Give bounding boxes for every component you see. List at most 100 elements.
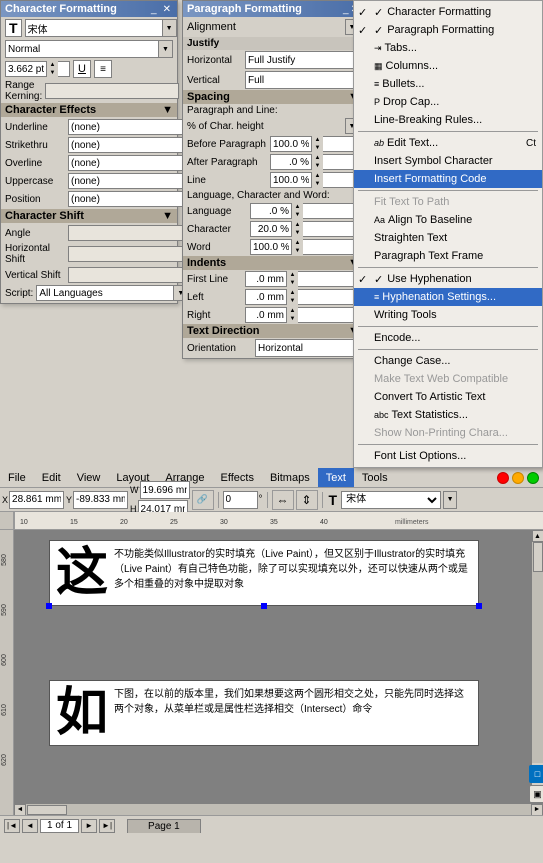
line-down[interactable]: ▼ [311,180,323,188]
menu-item-columns[interactable]: ▦ Columns... [354,57,542,75]
right-up[interactable]: ▲ [286,307,298,315]
menu-item-tabs[interactable]: ⇥ Tabs... [354,39,542,57]
word-input[interactable] [251,242,291,253]
left-up[interactable]: ▲ [286,289,298,297]
script-input[interactable] [37,288,173,299]
menu-item-change-case[interactable]: Change Case... [354,352,542,370]
lock-aspect-btn[interactable]: 🔗 [192,490,214,510]
menu-item-text-stats[interactable]: abc Text Statistics... [354,406,542,424]
scroll-left-btn[interactable]: ◄ [14,804,26,816]
menu-item-use-hyphenation[interactable]: ✓ Use Hyphenation [354,270,542,288]
text-frame-2[interactable]: 如 下图，在以前的版本里，我们如果想要这两个圆形相交之处，只能先同时选择这两个对… [49,680,479,746]
scroll-thumb-h[interactable] [27,805,67,815]
left-input[interactable] [246,292,286,303]
menu-effects[interactable]: Effects [213,468,262,487]
font-size-up[interactable]: ▲ [46,61,58,69]
word-spinbox[interactable]: ▲ ▼ [250,239,359,255]
before-para-up[interactable]: ▲ [311,136,323,144]
before-para-spinbox[interactable]: ▲ ▼ [270,136,359,152]
first-line-down[interactable]: ▼ [286,279,298,287]
language-input[interactable] [251,206,291,217]
font-name-input[interactable]: 宋体 [26,23,162,34]
font-name-dropdown-btn[interactable]: ▼ [162,20,176,36]
menu-item-edit-text[interactable]: ab Edit Text... Ct [354,134,542,152]
menu-item-para-formatting[interactable]: ✓ Paragraph Formatting [354,21,542,39]
scrollbar-horizontal[interactable]: ◄ ► [14,803,543,815]
minimize-dot[interactable] [512,472,524,484]
x-coord-input[interactable] [9,491,64,509]
menu-item-insert-formatting[interactable]: Insert Formatting Code [354,170,542,188]
text-align-button[interactable]: ≡ [94,60,112,78]
mirror-v-btn[interactable]: ⇕ [296,490,318,510]
w-input[interactable] [140,481,190,499]
char-shift-section[interactable]: Character Shift ▼ [1,209,177,223]
char-panel-close[interactable]: ✕ [161,4,173,15]
first-line-spinbox[interactable]: ▲ ▼ [245,271,359,287]
word-up[interactable]: ▲ [291,239,303,247]
page-prev-btn[interactable]: ◄ [22,819,38,833]
text-dir-section[interactable]: Text Direction ▼ [183,324,363,338]
angle-toolbar-input[interactable] [223,491,258,509]
menu-item-show-non-printing[interactable]: Show Non-Printing Chara... [354,424,542,442]
font-toolbar-dropdown[interactable]: ▼ [443,491,457,509]
page-next-btn[interactable]: ► [81,819,97,833]
scroll-up-btn[interactable]: ▲ [532,530,543,542]
text-frame-1[interactable]: 这 不功能类似Illustrator的实时填充（Live Paint），但又区别… [49,540,479,606]
after-para-input[interactable] [271,157,311,168]
menu-item-encode[interactable]: Encode... [354,329,542,347]
font-size-down[interactable]: ▼ [46,69,58,77]
menu-view[interactable]: View [69,468,109,487]
menu-item-convert-artistic[interactable]: Convert To Artistic Text [354,388,542,406]
menu-item-hyphenation-settings[interactable]: ≡ Hyphenation Settings... [354,288,542,306]
font-size-spinbox[interactable]: ▲ ▼ [5,61,70,77]
word-down[interactable]: ▼ [291,247,303,255]
close-dot[interactable] [497,472,509,484]
font-name-combo[interactable]: 宋体 ▼ [25,19,177,37]
view-btn-1[interactable]: □ [529,765,543,783]
indents-section[interactable]: Indents ▼ [183,256,363,270]
right-spinbox[interactable]: ▲ ▼ [245,307,359,323]
menu-item-drop-cap[interactable]: P Drop Cap... [354,93,542,111]
left-spinbox[interactable]: ▲ ▼ [245,289,359,305]
mirror-h-btn[interactable]: ⇔ [272,490,294,510]
menu-item-char-formatting[interactable]: ✓ Character Formatting [354,3,542,21]
char-panel-minimize[interactable]: _ [149,4,159,15]
before-para-input[interactable] [271,139,311,150]
menu-item-fit-text[interactable]: Fit Text To Path [354,193,542,211]
kerning-input[interactable] [45,83,179,99]
font-toolbar-select[interactable]: 宋体 [341,491,441,509]
font-size-input[interactable] [6,64,46,75]
menu-edit[interactable]: Edit [34,468,69,487]
character-up[interactable]: ▲ [291,221,303,229]
font-style-dropdown-btn[interactable]: ▼ [158,41,172,57]
page-tab[interactable]: Page 1 [127,819,201,833]
character-spinbox[interactable]: ▲ ▼ [250,221,359,237]
selection-handle-br[interactable] [476,603,482,609]
before-para-down[interactable]: ▼ [311,144,323,152]
scroll-thumb-v[interactable] [533,542,543,572]
menu-item-font-list-options[interactable]: Font List Options... [354,447,542,465]
after-para-down[interactable]: ▼ [311,162,323,170]
spacing-section[interactable]: Spacing ▼ [183,90,363,104]
selection-handle-bottom[interactable] [261,603,267,609]
font-style-combo[interactable]: Normal ▼ [5,40,173,58]
menu-item-align-baseline[interactable]: Aa Align To Baseline [354,211,542,229]
scroll-right-btn[interactable]: ► [531,804,543,816]
font-style-input[interactable]: Normal [6,44,158,55]
menu-item-writing-tools[interactable]: Writing Tools [354,306,542,324]
after-para-spinbox[interactable]: ▲ ▼ [270,154,359,170]
language-down[interactable]: ▼ [291,211,303,219]
scrollbar-vertical[interactable]: ▲ □ ▣ ▼ [531,530,543,815]
char-effects-section[interactable]: Character Effects ▼ [1,103,177,117]
menu-file[interactable]: File [0,468,34,487]
shift-combo-btn[interactable]: ▼ [162,210,173,222]
line-input[interactable] [271,175,311,186]
maximize-dot[interactable] [527,472,539,484]
menu-item-bullets[interactable]: ≡ Bullets... [354,75,542,93]
line-spinbox[interactable]: ▲ ▼ [270,172,359,188]
menu-text[interactable]: Text [318,468,354,487]
view-btn-2[interactable]: ▣ [529,785,543,803]
page-first-btn[interactable]: |◄ [4,819,20,833]
selection-handle-bl[interactable] [46,603,52,609]
right-down[interactable]: ▼ [286,315,298,323]
